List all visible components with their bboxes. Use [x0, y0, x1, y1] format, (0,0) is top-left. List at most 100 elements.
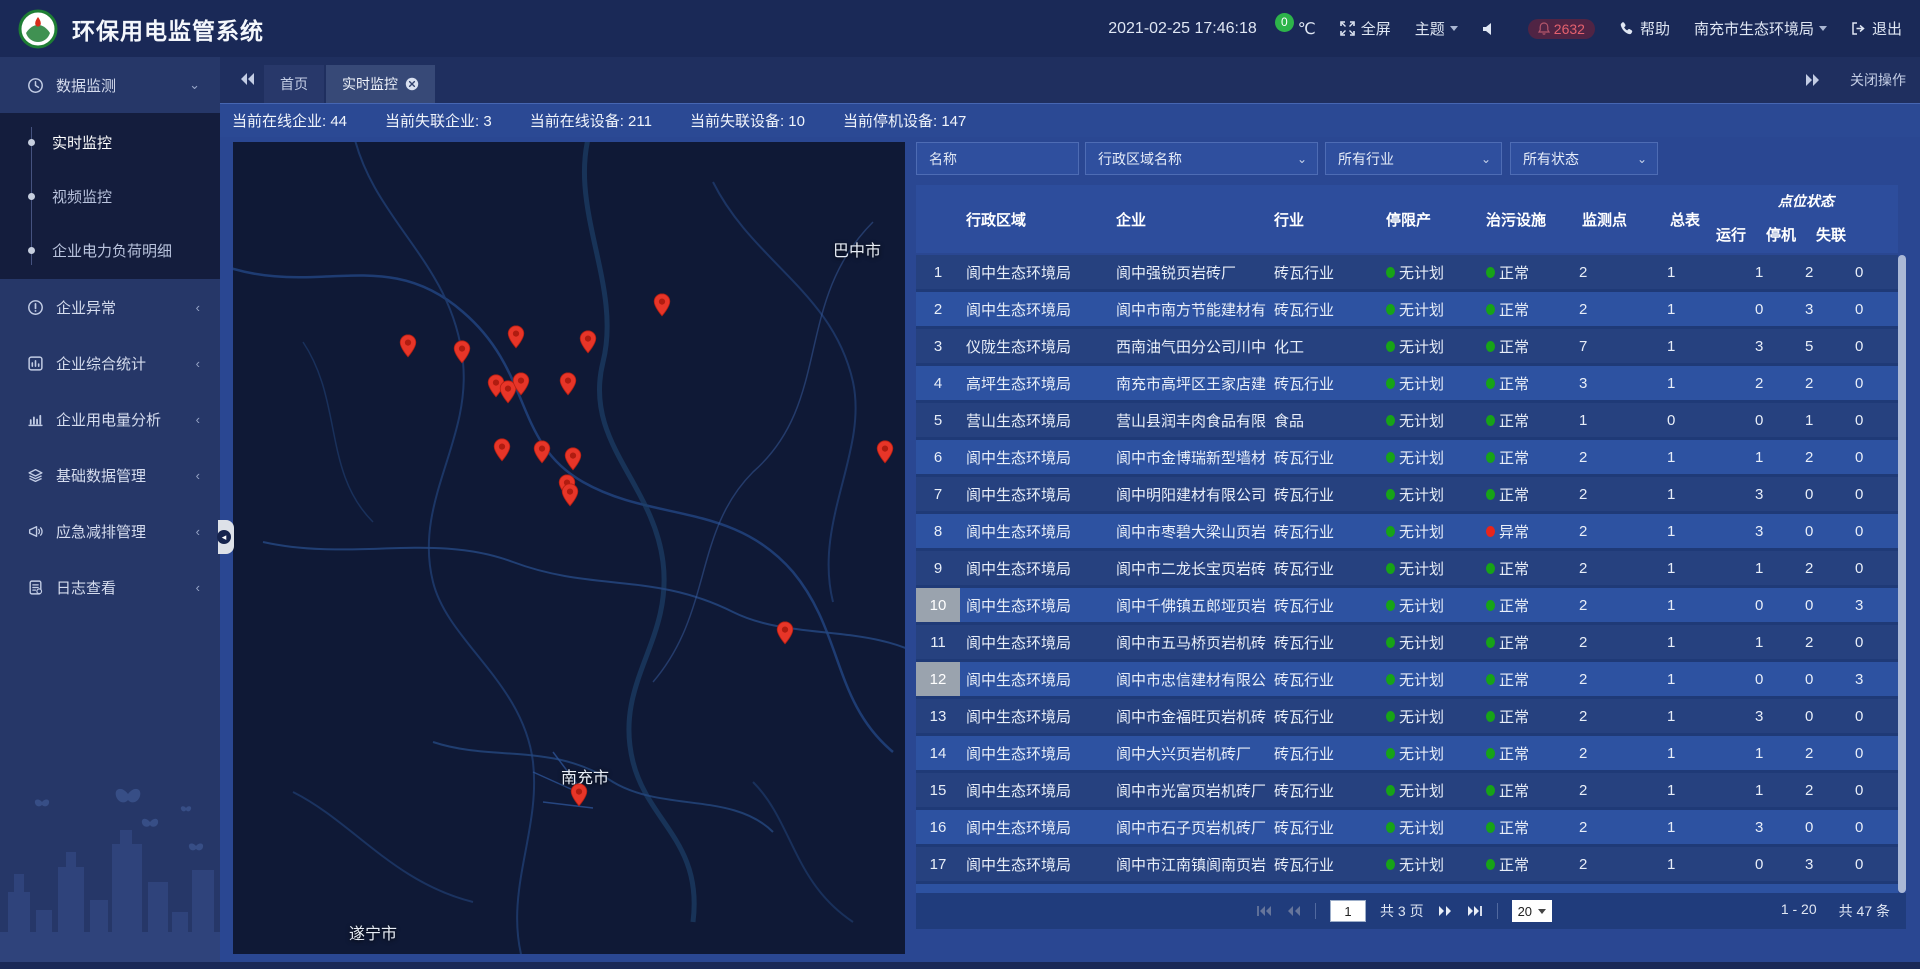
sidebar-item[interactable]: 日志查看 ‹	[0, 559, 220, 615]
stats-icon	[27, 355, 44, 372]
cell-run: 3	[1752, 514, 1802, 548]
tabs-scroll-right-icon[interactable]	[1804, 72, 1822, 88]
name-search-input[interactable]	[929, 151, 1066, 167]
map-marker-pin[interactable]	[399, 334, 417, 358]
sidebar-item-label: 日志查看	[56, 577, 116, 598]
sidebar-item[interactable]: 应急减排管理 ‹	[0, 503, 220, 559]
map-marker-pin[interactable]	[579, 330, 597, 354]
table-row[interactable]: 5 营山生态环境局 营山县润丰肉食品有限 食品 无计划 正常 1 0 0 1 0	[916, 403, 1898, 437]
sidebar-subitem[interactable]: 企业电力负荷明细	[0, 223, 220, 277]
table-row[interactable]: 15 阆中生态环境局 阆中市光富页岩机砖厂 砖瓦行业 无计划 正常 2 1 1 …	[916, 773, 1898, 807]
region-select[interactable]: 行政区域名称 ⌄	[1085, 142, 1318, 175]
sidebar-item[interactable]: 企业综合统计 ‹	[0, 335, 220, 391]
cell-industry: 砖瓦行业	[1268, 292, 1380, 326]
map-panel[interactable]: 巴中市南充市遂宁市	[233, 142, 905, 954]
sidebar-subitem-label: 视频监控	[52, 186, 112, 207]
page-number-input[interactable]	[1330, 900, 1366, 922]
industry-select[interactable]: 所有行业 ⌄	[1325, 142, 1502, 175]
table-row[interactable]: 2 阆中生态环境局 阆中市南方节能建材有 砖瓦行业 无计划 正常 2 1 0 3…	[916, 292, 1898, 326]
cell-run: 1	[1752, 551, 1802, 585]
theme-dropdown[interactable]: 主题	[1415, 18, 1458, 39]
table-row[interactable]: 9 阆中生态环境局 阆中市二龙长宝页岩砖 砖瓦行业 无计划 正常 2 1 1 2…	[916, 551, 1898, 585]
sidebar-item[interactable]: 企业异常 ‹	[0, 279, 220, 335]
map-marker-pin[interactable]	[533, 440, 551, 464]
sidebar-item[interactable]: 数据监测 ⌄	[0, 57, 220, 113]
table-row[interactable]: 18 南部生态环境局 南部县建材有限公司 砖瓦行业 无计划 正常 2 1 0 3…	[916, 884, 1898, 893]
map-marker-pin[interactable]	[570, 783, 588, 807]
prev-page-button[interactable]	[1286, 905, 1301, 917]
status-dot	[1386, 563, 1395, 574]
table-row[interactable]: 4 高坪生态环境局 南充市高坪区王家店建 砖瓦行业 无计划 正常 3 1 2 2…	[916, 366, 1898, 400]
table-row[interactable]: 8 阆中生态环境局 阆中市枣碧大梁山页岩 砖瓦行业 无计划 异常 2 1 3 0…	[916, 514, 1898, 548]
tab[interactable]: 实时监控	[326, 65, 435, 103]
cell-industry: 砖瓦行业	[1268, 477, 1380, 511]
table-row[interactable]: 1 阆中生态环境局 阆中强锐页岩砖厂 砖瓦行业 无计划 正常 2 1 1 2 0	[916, 255, 1898, 289]
table-row[interactable]: 16 阆中生态环境局 阆中市石子页岩机砖厂 砖瓦行业 无计划 正常 2 1 3 …	[916, 810, 1898, 844]
app-title: 环保用电监管系统	[72, 12, 264, 46]
map-marker-pin[interactable]	[507, 325, 525, 349]
top-header: 环保用电监管系统 2021-02-25 17:46:18 0 ℃ 全屏 主题	[0, 0, 1920, 57]
table-row[interactable]: 13 阆中生态环境局 阆中市金福旺页岩机砖 砖瓦行业 无计划 正常 2 1 3 …	[916, 699, 1898, 733]
cell-down: 1	[1802, 403, 1852, 437]
table-scrollbar[interactable]	[1898, 255, 1906, 893]
tab[interactable]: 首页	[264, 65, 324, 103]
map-marker-pin[interactable]	[564, 447, 582, 471]
notification-badge[interactable]: 2632	[1528, 19, 1595, 39]
chevron-down-icon: ⌄	[1481, 152, 1491, 166]
page-size-select[interactable]: 20	[1512, 900, 1552, 922]
filter-row: 行政区域名称 ⌄ 所有行业 ⌄ 所有状态 ⌄	[916, 142, 1906, 175]
table-row[interactable]: 14 阆中生态环境局 阆中大兴页岩机砖厂 砖瓦行业 无计划 正常 2 1 1 2…	[916, 736, 1898, 770]
table-row[interactable]: 3 仪陇生态环境局 西南油气田分公司川中 化工 无计划 正常 7 1 3 5 0	[916, 329, 1898, 363]
cell-region: 阆中生态环境局	[960, 514, 1110, 548]
app-root: 环保用电监管系统 2021-02-25 17:46:18 0 ℃ 全屏 主题	[0, 0, 1920, 969]
sidebar-subitem[interactable]: 实时监控	[0, 115, 220, 169]
table-row[interactable]: 17 阆中生态环境局 阆中市江南镇阆南页岩 砖瓦行业 无计划 正常 2 1 0 …	[916, 847, 1898, 881]
sidebar-item[interactable]: 企业用电量分析 ‹	[0, 391, 220, 447]
first-page-button[interactable]	[1256, 905, 1272, 917]
tab-close-icon[interactable]	[405, 77, 419, 91]
close-operations-button[interactable]: 关闭操作	[1850, 70, 1906, 90]
pin-icon	[559, 372, 577, 396]
logout-button[interactable]: 退出	[1851, 18, 1902, 39]
name-search-input-box[interactable]	[916, 142, 1079, 175]
next-page-button[interactable]	[1438, 905, 1453, 917]
cell-region: 阆中生态环境局	[960, 440, 1110, 474]
speaker-icon	[1482, 22, 1498, 36]
stat-item: 当前在线企业: 44	[232, 110, 347, 131]
status-select[interactable]: 所有状态 ⌄	[1510, 142, 1658, 175]
table-row[interactable]: 10 阆中生态环境局 阆中千佛镇五郎垭页岩 砖瓦行业 无计划 正常 2 1 0 …	[916, 588, 1898, 622]
cell-points: 3	[1576, 366, 1664, 400]
last-page-button[interactable]	[1467, 905, 1483, 917]
sidebar-collapse-button[interactable]: ◂	[218, 520, 234, 554]
table-row[interactable]: 7 阆中生态环境局 阆中明阳建材有限公司 砖瓦行业 无计划 正常 2 1 3 0…	[916, 477, 1898, 511]
map-marker-pin[interactable]	[776, 621, 794, 645]
map-marker-pin[interactable]	[512, 372, 530, 396]
map-marker-pin[interactable]	[653, 293, 671, 317]
col-region: 行政区域	[960, 185, 1110, 253]
cell-lost: 0	[1852, 884, 1898, 893]
tabs-scroll-left-icon[interactable]	[238, 71, 256, 87]
sidebar-item[interactable]: 基础数据管理 ‹	[0, 447, 220, 503]
fullscreen-button[interactable]: 全屏	[1340, 18, 1391, 39]
help-button[interactable]: 帮助	[1619, 18, 1670, 39]
map-marker-pin[interactable]	[493, 438, 511, 462]
org-dropdown[interactable]: 南充市生态环境局	[1694, 18, 1827, 39]
cell-lost: 0	[1852, 514, 1898, 548]
status-dot	[1386, 822, 1395, 833]
table-row[interactable]: 12 阆中生态环境局 阆中市忠信建材有限公 砖瓦行业 无计划 正常 2 1 0 …	[916, 662, 1898, 696]
cell-run: 3	[1752, 810, 1802, 844]
map-marker-pin[interactable]	[876, 440, 894, 464]
sidebar-subitem[interactable]: 视频监控	[0, 169, 220, 223]
map-marker-pin[interactable]	[561, 483, 579, 507]
map-marker-pin[interactable]	[453, 340, 471, 364]
map-marker-pin[interactable]	[559, 372, 577, 396]
cell-lost: 0	[1852, 366, 1898, 400]
bell-icon	[1538, 22, 1550, 35]
mute-button[interactable]	[1482, 22, 1504, 36]
table-row[interactable]: 6 阆中生态环境局 阆中市金博瑞新型墙材 砖瓦行业 无计划 正常 2 1 1 2…	[916, 440, 1898, 474]
cell-region: 阆中生态环境局	[960, 736, 1110, 770]
scrollbar-thumb[interactable]	[1898, 255, 1906, 893]
help-label: 帮助	[1640, 18, 1670, 39]
temperature-value: 0	[1275, 13, 1294, 32]
table-row[interactable]: 11 阆中生态环境局 阆中市五马桥页岩机砖 砖瓦行业 无计划 正常 2 1 1 …	[916, 625, 1898, 659]
